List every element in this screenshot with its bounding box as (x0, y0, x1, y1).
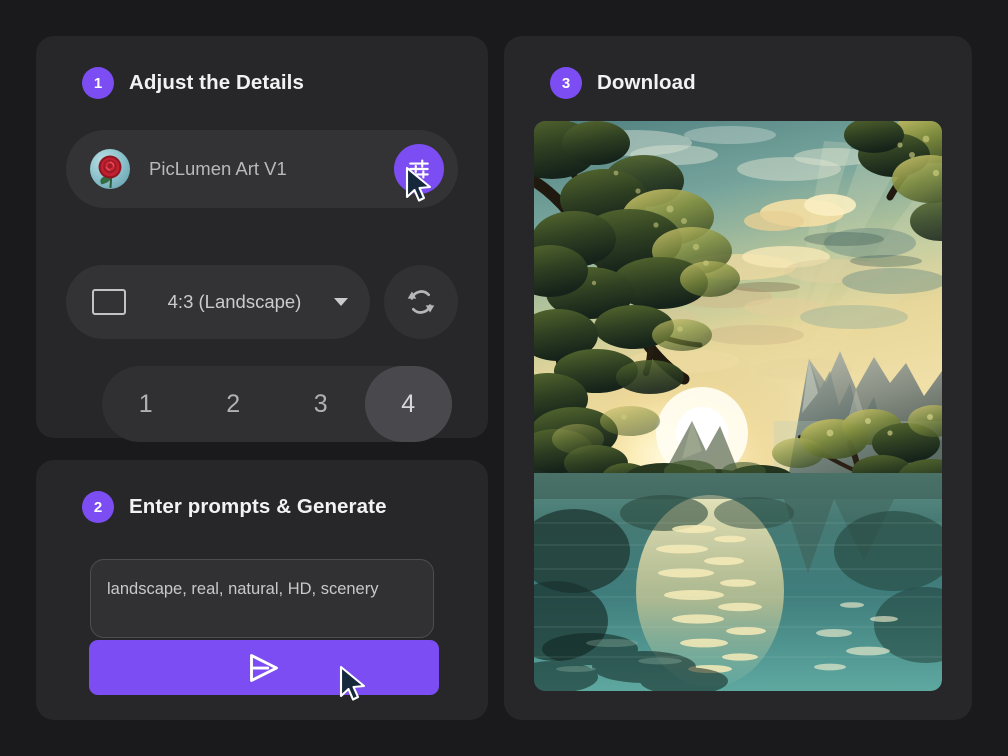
prompt-input[interactable] (90, 559, 434, 638)
panel-adjust-title: Adjust the Details (129, 71, 304, 94)
sliders-icon-button[interactable] (394, 144, 444, 194)
model-selector-row[interactable]: PicLumen Art V1 (66, 130, 458, 208)
count-option-1[interactable]: 1 (102, 366, 190, 442)
rose-avatar-icon (90, 149, 130, 189)
refresh-seed-button[interactable] (384, 265, 458, 339)
refresh-icon (407, 290, 435, 314)
step-badge-2: 2 (82, 491, 114, 523)
generated-image[interactable] (534, 121, 942, 691)
panel-download-header: 3 Download (504, 36, 972, 99)
send-icon (250, 653, 278, 682)
generated-image-art (534, 121, 942, 691)
app-root: 1 Adjust the Details PicLumen Art V1 4:3… (0, 0, 1008, 756)
aspect-ratio-value: 4:3 (Landscape) (167, 291, 302, 312)
step-badge-3: 3 (550, 67, 582, 99)
count-option-3[interactable]: 3 (277, 366, 365, 442)
panel-prompt-header: 2 Enter prompts & Generate (36, 460, 488, 523)
count-option-4[interactable]: 4 (364, 366, 452, 442)
rectangle-icon (92, 289, 126, 315)
aspect-ratio-row: 4:3 (Landscape) (66, 262, 458, 342)
panel-download: 3 Download (504, 36, 972, 720)
model-name-label: PicLumen Art V1 (149, 158, 287, 179)
panel-adjust-header: 1 Adjust the Details (36, 36, 488, 99)
panel-prompt-title: Enter prompts & Generate (129, 495, 387, 518)
rose-glyph (98, 155, 122, 179)
panel-adjust-details: 1 Adjust the Details PicLumen Art V1 4:3… (36, 36, 488, 442)
panel-download-title: Download (597, 71, 696, 94)
sliders-icon (409, 159, 429, 179)
chevron-down-icon (334, 298, 348, 306)
step-badge-1: 1 (82, 67, 114, 99)
image-count-selector: 1 2 3 4 (102, 366, 452, 442)
generate-button[interactable] (89, 640, 439, 695)
aspect-ratio-select[interactable]: 4:3 (Landscape) (66, 265, 370, 339)
count-option-2[interactable]: 2 (190, 366, 278, 442)
panel-enter-prompts: 2 Enter prompts & Generate (36, 460, 488, 720)
